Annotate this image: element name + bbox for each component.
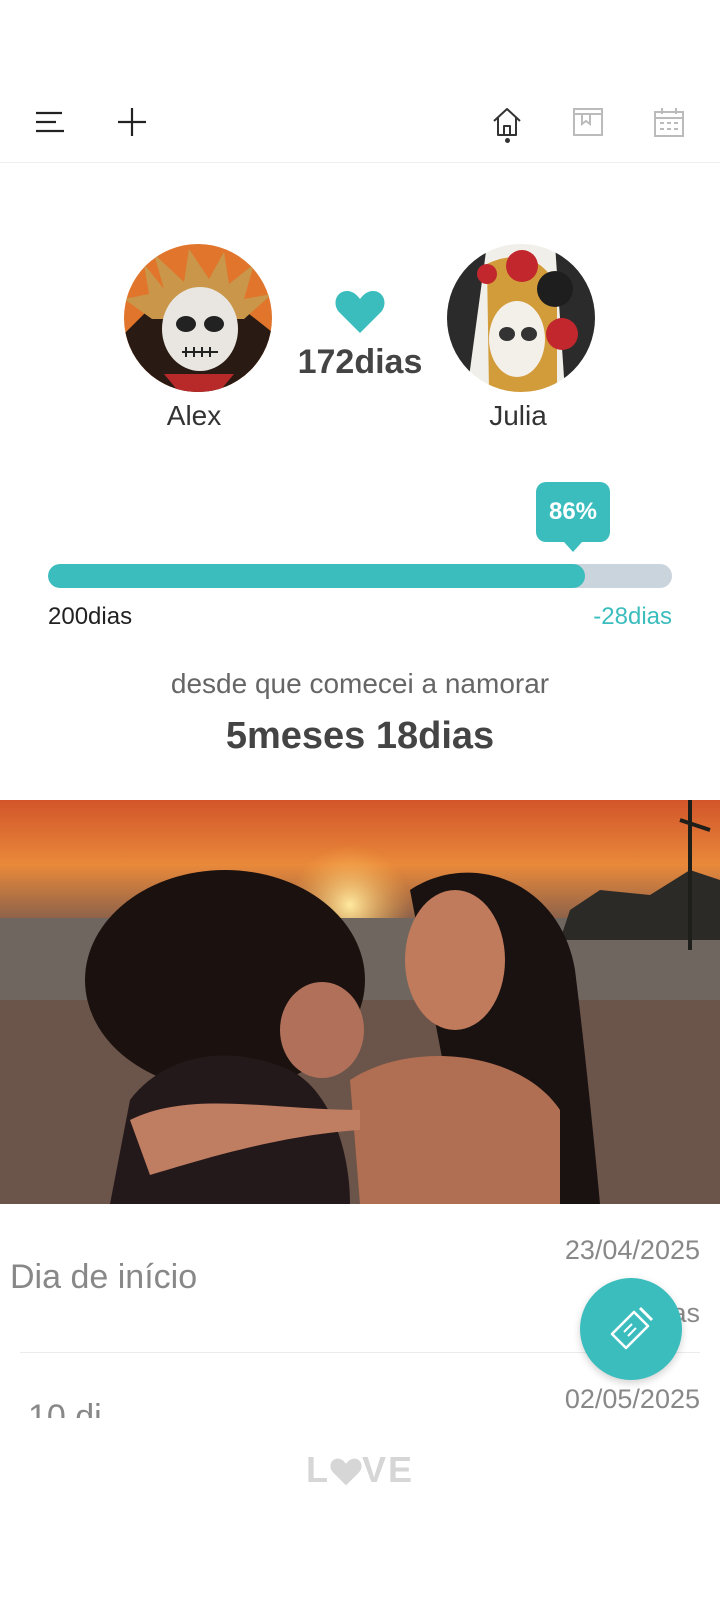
active-tab-indicator — [505, 138, 510, 143]
home-icon — [493, 108, 521, 136]
progress-track — [48, 564, 672, 588]
menu-icon — [36, 111, 64, 133]
couple-photo[interactable] — [0, 800, 720, 1204]
plus-icon — [118, 108, 146, 136]
start-date: 23/04/2025 — [564, 1235, 700, 1265]
heart-icon — [335, 291, 385, 333]
bottom-area — [0, 1420, 720, 1600]
logo-heart-icon — [330, 1459, 362, 1486]
right-avatar[interactable] — [447, 244, 595, 392]
progress-fill — [48, 564, 585, 588]
add-button[interactable] — [110, 100, 154, 144]
duration-value: 5meses 18dias — [225, 715, 495, 757]
logo-letters-ve: VE — [361, 1449, 415, 1490]
goal-label: 200dias — [48, 603, 133, 630]
menu-button[interactable] — [28, 100, 72, 144]
logo-letter-l: L — [305, 1449, 330, 1490]
start-day-label: Dia de início — [10, 1258, 198, 1296]
beach-sunset-photo — [0, 800, 720, 1204]
since-caption: desde que comecei a namorar — [170, 668, 550, 699]
bookmark-icon — [573, 108, 603, 136]
love-logo: L VE — [0, 1449, 720, 1491]
left-avatar[interactable] — [124, 244, 272, 392]
write-note-button[interactable] — [580, 1278, 682, 1380]
avatar-illustration — [447, 244, 595, 392]
top-toolbar — [0, 80, 720, 163]
avatar-illustration — [124, 244, 272, 392]
left-name: Alex — [166, 400, 222, 431]
remaining-label: -28dias — [593, 603, 672, 630]
calendar-tab[interactable] — [647, 100, 691, 144]
ticket-pen-icon — [610, 1306, 654, 1350]
second-date: 02/05/2025 — [564, 1384, 700, 1414]
right-name: Julia — [489, 400, 547, 431]
calendar-icon — [654, 108, 684, 137]
second-row-label: 10 di — [28, 1400, 102, 1418]
days-together: 172dias — [297, 343, 423, 381]
album-tab[interactable] — [566, 100, 610, 144]
percent-label: 86% — [548, 498, 598, 525]
percent-bubble: 86% — [536, 482, 610, 552]
